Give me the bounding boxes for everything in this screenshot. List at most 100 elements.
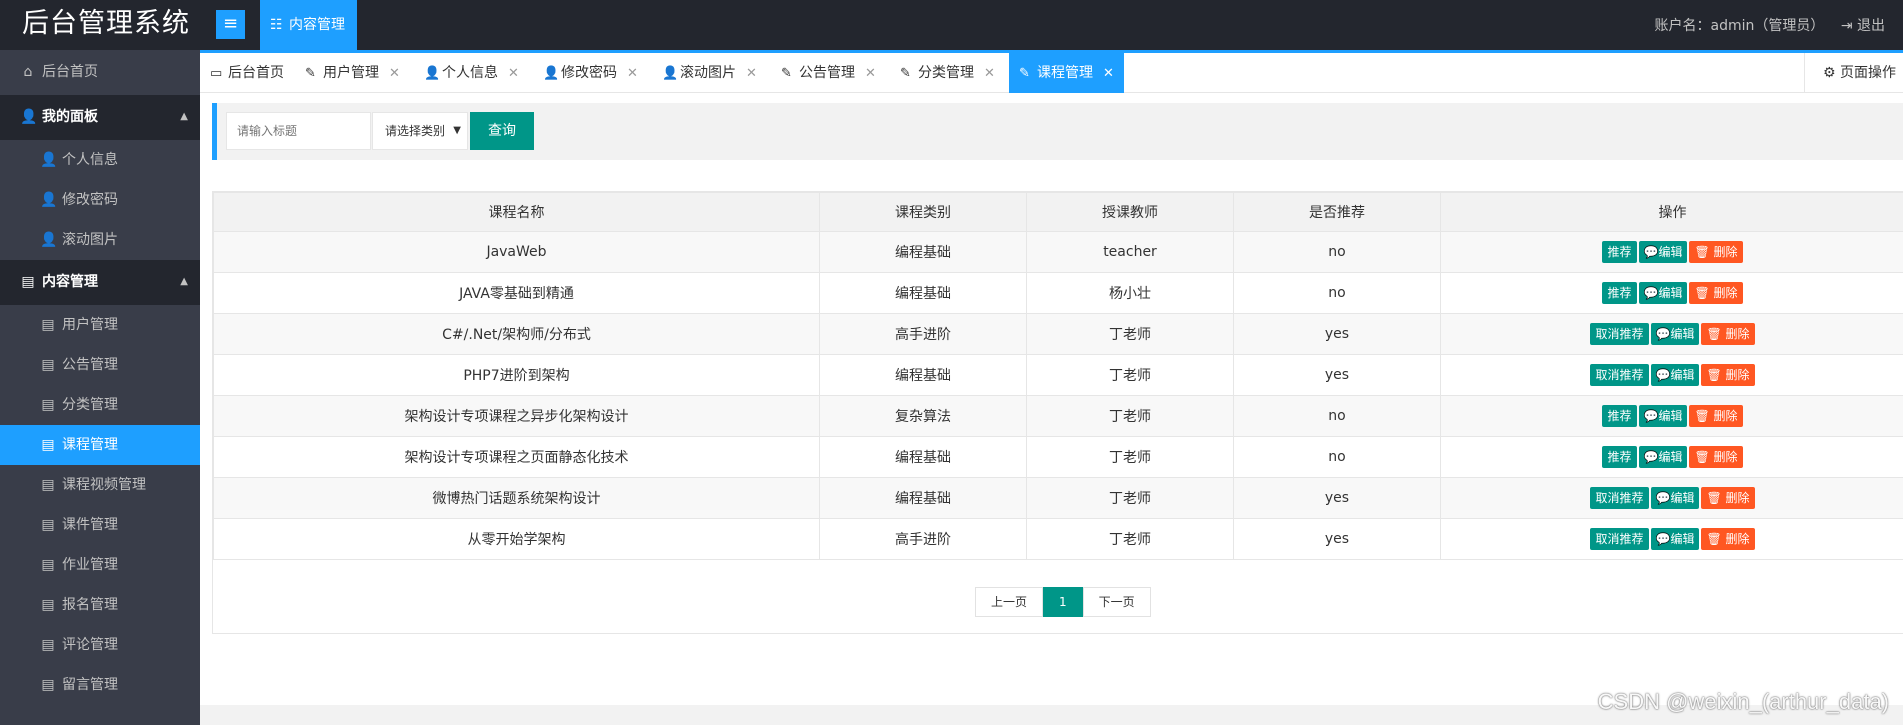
tab-users[interactable]: ✎ 用户管理 ✕ — [305, 53, 400, 93]
logout-link[interactable]: ⇥ 退出 — [1841, 18, 1885, 34]
prev-page-button[interactable]: 上一页 — [975, 587, 1044, 617]
unrecommend-button[interactable]: 取消推荐 — [1590, 364, 1649, 386]
cell-actions: 取消推荐 💬编辑 🗑 删除 — [1440, 354, 1903, 396]
cell-category: 复杂算法 — [819, 395, 1027, 437]
cell-category: 编程基础 — [819, 231, 1027, 273]
cell-teacher: 丁老师 — [1026, 518, 1234, 560]
sidebar-item-course-videos[interactable]: ▤ 课程视频管理 — [0, 465, 200, 505]
close-icon[interactable]: ✕ — [389, 54, 400, 94]
cell-actions: 推荐 💬编辑 🗑 删除 — [1440, 231, 1903, 273]
cell-teacher: 丁老师 — [1026, 354, 1234, 396]
cell-name: PHP7进阶到架构 — [213, 354, 820, 396]
recommend-button[interactable]: 推荐 — [1602, 241, 1637, 263]
close-icon[interactable]: ✕ — [1103, 54, 1114, 94]
header-recommended: 是否推荐 — [1233, 192, 1441, 232]
delete-button[interactable]: 🗑 删除 — [1689, 405, 1743, 427]
unrecommend-button[interactable]: 取消推荐 — [1590, 323, 1649, 345]
delete-button[interactable]: 🗑 删除 — [1689, 446, 1743, 468]
edit-button[interactable]: 💬编辑 — [1638, 446, 1688, 468]
course-table-container: 课程名称 课程类别 授课教师 是否推荐 操作 JavaWeb 编程基础 teache… — [212, 191, 1903, 634]
edit-button[interactable]: 💬编辑 — [1650, 528, 1700, 550]
sidebar-item-comments[interactable]: ▤ 评论管理 — [0, 625, 200, 665]
caret-up-icon: ▲ — [180, 276, 188, 287]
sidebar-item-profile[interactable]: 👤 个人信息 — [0, 140, 200, 180]
sidebar-item-categories[interactable]: ▤ 分类管理 — [0, 385, 200, 425]
cell-actions: 取消推荐 💬编辑 🗑 删除 — [1440, 518, 1903, 560]
sidebar-item-home[interactable]: ⌂ 后台首页 — [0, 50, 200, 95]
cell-name: 架构设计专项课程之页面静态化技术 — [213, 436, 820, 478]
sidebar-item-courses[interactable]: ▤ 课程管理 — [0, 425, 200, 465]
next-page-button[interactable]: 下一页 — [1082, 587, 1151, 617]
delete-button[interactable]: 🗑 删除 — [1701, 528, 1755, 550]
logout-icon: ⇥ — [1840, 18, 1853, 34]
recommend-button[interactable]: 推荐 — [1602, 446, 1637, 468]
cell-recommended: yes — [1233, 354, 1441, 396]
chevron-down-icon: ▼ — [453, 125, 461, 136]
close-icon[interactable]: ✕ — [627, 54, 638, 94]
edit-button[interactable]: 💬编辑 — [1638, 241, 1688, 263]
sidebar-item-password[interactable]: 👤 修改密码 — [0, 180, 200, 220]
sidebar-item-enrollment[interactable]: ▤ 报名管理 — [0, 585, 200, 625]
edit-button[interactable]: 💬编辑 — [1638, 405, 1688, 427]
table-row: JAVA零基础到精通 编程基础 杨小壮 no 推荐 💬编辑 🗑 删除 — [213, 272, 1903, 314]
unrecommend-button[interactable]: 取消推荐 — [1590, 528, 1649, 550]
edit-button[interactable]: 💬编辑 — [1650, 323, 1700, 345]
cell-category: 编程基础 — [819, 436, 1027, 478]
tab-password[interactable]: 👤 修改密码 ✕ — [543, 53, 638, 93]
file-icon: ▤ — [41, 437, 55, 453]
caret-up-icon: ▲ — [180, 111, 188, 122]
menu-toggle-button[interactable]: ≡ — [216, 10, 245, 39]
unrecommend-button[interactable]: 取消推荐 — [1590, 487, 1649, 509]
top-header: 后台管理系统 ≡ ☷ 内容管理 账户名：admin（管理员） ⇥ 退出 — [0, 0, 1903, 50]
user-edit-icon: 👤 — [40, 152, 58, 168]
edit-button[interactable]: 💬编辑 — [1650, 487, 1700, 509]
delete-button[interactable]: 🗑 删除 — [1701, 364, 1755, 386]
tab-home[interactable]: ▭ 后台首页 — [210, 53, 284, 93]
file-icon: ▤ — [41, 597, 55, 613]
sidebar-item-messages[interactable]: ▤ 留言管理 — [0, 665, 200, 705]
tab-courses[interactable]: ✎ 课程管理 ✕ — [1009, 53, 1124, 93]
user-lock-icon: 👤 — [40, 192, 58, 208]
delete-button[interactable]: 🗑 删除 — [1701, 323, 1755, 345]
sidebar-item-coursewares[interactable]: ▤ 课件管理 — [0, 505, 200, 545]
cell-name: JAVA零基础到精通 — [213, 272, 820, 314]
sidebar-item-notices[interactable]: ▤ 公告管理 — [0, 345, 200, 385]
module-tab-content[interactable]: ☷ 内容管理 — [260, 0, 357, 50]
recommend-button[interactable]: 推荐 — [1602, 405, 1637, 427]
sidebar-group-content[interactable]: ▤ 内容管理 ▲ — [0, 260, 200, 305]
course-table: 课程名称 课程类别 授课教师 是否推荐 操作 JavaWeb 编程基础 teache… — [213, 192, 1903, 560]
edit-button[interactable]: 💬编辑 — [1638, 282, 1688, 304]
edit-icon: ✎ — [1019, 66, 1030, 81]
recommend-button[interactable]: 推荐 — [1602, 282, 1637, 304]
cell-recommended: no — [1233, 395, 1441, 437]
page-operations-button[interactable]: ⚙ 页面操作 — [1804, 53, 1903, 93]
cell-actions: 取消推荐 💬编辑 🗑 删除 — [1440, 477, 1903, 519]
sidebar-group-my-panel[interactable]: 👤 我的面板 ▲ — [0, 95, 200, 140]
delete-button[interactable]: 🗑 删除 — [1701, 487, 1755, 509]
header-category: 课程类别 — [819, 192, 1027, 232]
tab-categories[interactable]: ✎ 分类管理 ✕ — [900, 53, 995, 93]
delete-button[interactable]: 🗑 删除 — [1689, 282, 1743, 304]
title-search-input[interactable] — [226, 112, 371, 150]
close-icon[interactable]: ✕ — [984, 54, 995, 94]
close-icon[interactable]: ✕ — [865, 54, 876, 94]
monitor-icon: ▭ — [210, 66, 223, 81]
file-icon: ▤ — [41, 357, 55, 373]
cell-teacher: teacher — [1026, 231, 1234, 273]
close-icon[interactable]: ✕ — [508, 54, 519, 94]
category-select[interactable]: 请选择类别 ▼ — [372, 112, 468, 150]
tab-notices[interactable]: ✎ 公告管理 ✕ — [781, 53, 876, 93]
tab-carousel[interactable]: 👤 滚动图片 ✕ — [662, 53, 757, 93]
sidebar-item-carousel[interactable]: 👤 滚动图片 — [0, 220, 200, 260]
sidebar-item-homework[interactable]: ▤ 作业管理 — [0, 545, 200, 585]
file-icon: ▤ — [41, 477, 55, 493]
cell-actions: 推荐 💬编辑 🗑 删除 — [1440, 436, 1903, 478]
cell-recommended: no — [1233, 272, 1441, 314]
delete-button[interactable]: 🗑 删除 — [1689, 241, 1743, 263]
edit-button[interactable]: 💬编辑 — [1650, 364, 1700, 386]
query-button[interactable]: 查询 — [470, 112, 534, 150]
sidebar-item-users[interactable]: ▤ 用户管理 — [0, 305, 200, 345]
tab-profile[interactable]: 👤 个人信息 ✕ — [424, 53, 519, 93]
close-icon[interactable]: ✕ — [746, 54, 757, 94]
page-number-current[interactable]: 1 — [1043, 587, 1083, 617]
